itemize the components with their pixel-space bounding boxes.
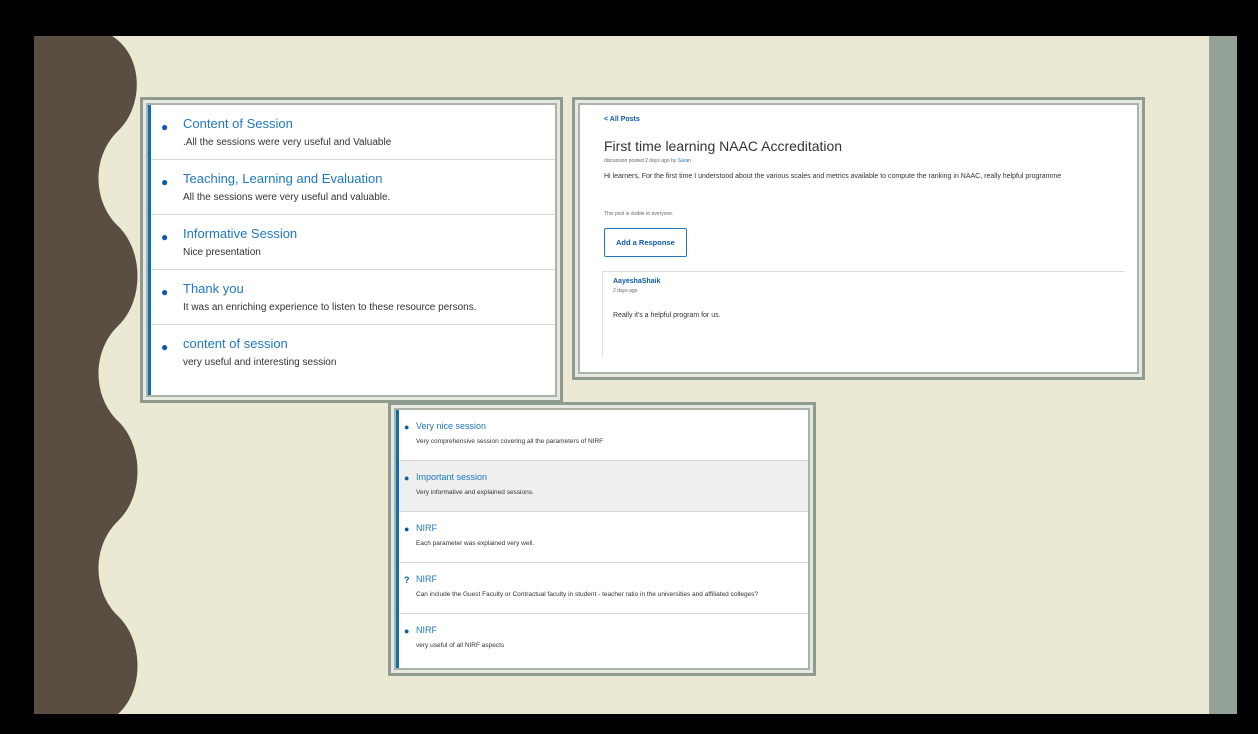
comments-icon: ●: [161, 285, 169, 299]
thread-preview: Very comprehensive session covering all …: [416, 438, 604, 445]
thread-item[interactable]: ● Thank you It was an enriching experien…: [151, 270, 555, 325]
post-meta: discussion posted 2 days ago by Saran: [604, 158, 1125, 164]
thread-item[interactable]: ● Content of Session .All the sessions w…: [151, 105, 555, 160]
thread-title[interactable]: Teaching, Learning and Evaluation: [183, 170, 555, 188]
add-response-button[interactable]: Add a Response: [604, 228, 687, 257]
thread-preview: Can include the Guest Faculty or Contrac…: [416, 591, 759, 598]
thread-title[interactable]: Thank you: [183, 280, 555, 298]
thread-preview: .All the sessions were very useful and V…: [183, 137, 392, 148]
thread-title[interactable]: Very nice session: [416, 420, 808, 433]
comments-icon: ●: [404, 524, 410, 534]
thread-preview: Nice presentation: [183, 247, 261, 258]
thread-list: ● Very nice session Very comprehensive s…: [396, 410, 808, 668]
thread-item[interactable]: ● content of session very useful and int…: [151, 325, 555, 380]
thread-preview: Very informative and explained sessions.: [416, 489, 534, 496]
post-title: First time learning NAAC Accreditation: [604, 138, 843, 154]
thread-preview: Each parameter was explained very well.: [416, 540, 535, 547]
discussion-post-panel: < All Posts First time learning NAAC Acc…: [572, 97, 1145, 380]
question-icon: ?: [404, 575, 410, 585]
comments-icon: ●: [161, 340, 169, 354]
comments-icon: ●: [404, 626, 410, 636]
right-decorative-band: [1209, 36, 1237, 714]
post-meta-text: discussion posted 2 days ago by: [604, 158, 677, 164]
discussion-list-panel-1: ● Content of Session .All the sessions w…: [140, 97, 563, 403]
thread-item-selected[interactable]: ● Important session Very informative and…: [399, 461, 808, 512]
all-posts-link[interactable]: < All Posts: [604, 116, 1125, 123]
comments-icon: ●: [404, 422, 410, 432]
post-view: < All Posts First time learning NAAC Acc…: [580, 105, 1137, 372]
thread-title[interactable]: Informative Session: [183, 225, 555, 243]
response-body: Really it's a helpful program for us.: [613, 312, 721, 319]
post-body: Hi learners, For the first time I unders…: [604, 173, 1062, 180]
thread-item[interactable]: ? NIRF Can include the Guest Faculty or …: [399, 563, 808, 614]
thread-preview: very useful of all NIRF aspects: [416, 642, 505, 649]
thread-preview: very useful and interesting session: [183, 357, 337, 368]
thread-item[interactable]: ● Very nice session Very comprehensive s…: [399, 410, 808, 461]
comments-icon: ●: [161, 120, 169, 134]
thread-title[interactable]: NIRF: [416, 624, 808, 637]
thread-item[interactable]: ● Informative Session Nice presentation: [151, 215, 555, 270]
thread-title[interactable]: NIRF: [416, 522, 808, 535]
thread-title[interactable]: Content of Session: [183, 115, 555, 133]
thread-item[interactable]: ● NIRF very useful of all NIRF aspects: [399, 614, 808, 665]
comments-icon: ●: [161, 230, 169, 244]
response-item: AayeshaShaik 2 days ago Really it's a he…: [602, 271, 1125, 358]
thread-preview: It was an enriching experience to listen…: [183, 302, 477, 313]
comments-icon: ●: [161, 175, 169, 189]
visibility-note: This post is visible to everyone.: [604, 211, 674, 217]
discussion-list-panel-2: ● Very nice session Very comprehensive s…: [388, 402, 816, 676]
thread-preview: All the sessions were very useful and va…: [183, 192, 391, 203]
thread-title[interactable]: content of session: [183, 335, 555, 353]
comments-icon: ●: [404, 473, 410, 483]
thread-list: ● Content of Session .All the sessions w…: [148, 105, 555, 395]
thread-title[interactable]: NIRF: [416, 573, 808, 586]
thread-item[interactable]: ● Teaching, Learning and Evaluation All …: [151, 160, 555, 215]
thread-title[interactable]: Important session: [416, 471, 808, 484]
response-time: 2 days ago: [613, 288, 638, 294]
thread-item[interactable]: ● NIRF Each parameter was explained very…: [399, 512, 808, 563]
post-author-link[interactable]: Saran: [678, 158, 691, 164]
response-author-link[interactable]: AayeshaShaik: [613, 278, 1125, 285]
